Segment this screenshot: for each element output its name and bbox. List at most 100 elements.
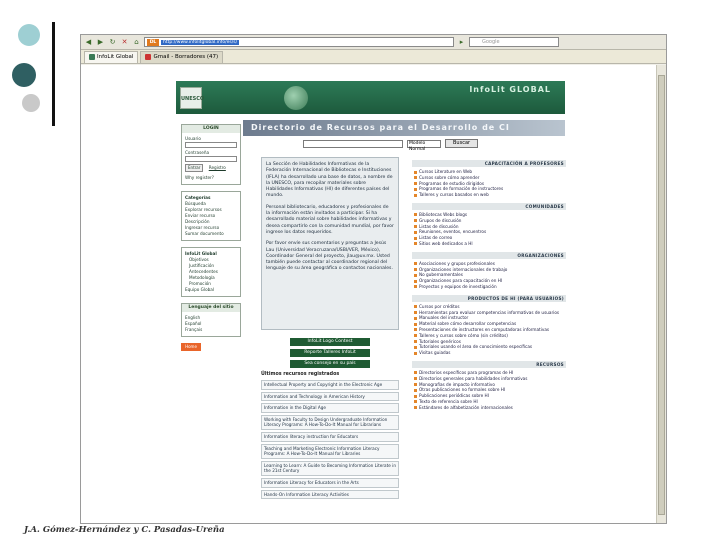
search-button[interactable]: Buscar <box>445 139 479 148</box>
bullet-icon <box>414 345 417 349</box>
forward-icon[interactable]: ▶ <box>96 38 105 47</box>
resource-link[interactable]: Intellectual Property and Copyright in t… <box>261 380 399 390</box>
reload-icon[interactable]: ↻ <box>108 38 117 47</box>
register-link[interactable]: Registro <box>209 165 226 170</box>
category-link[interactable]: Sitios web dedicados a HI <box>414 241 566 247</box>
bullet-icon <box>414 225 417 229</box>
resource-link[interactable]: Information Literacy for Educators in th… <box>261 477 399 488</box>
language-box: Lenguaje del sitio English Español Franç… <box>181 303 241 337</box>
vertical-scrollbar[interactable] <box>656 65 666 523</box>
logo-contest-button[interactable]: InfoLit Logo Contest <box>290 338 370 346</box>
go-icon[interactable]: ▸ <box>457 38 466 47</box>
resource-link[interactable]: Information and Technology in American H… <box>261 391 399 402</box>
section-heading: PRODUCTOS DE HI (PARA USUARIOS) <box>412 294 566 302</box>
bullet-icon <box>414 176 417 180</box>
menu-box: Categorías Búsqueda Explorar recursos En… <box>181 191 241 241</box>
tab-label: Gmail - Borradores (47) <box>153 54 219 60</box>
address-url[interactable]: http://www.infolitglobal.info/es/s/ <box>161 39 240 45</box>
bullet-icon <box>414 377 417 381</box>
slide-credit: J.A. Gómez-Hernández y C. Pasadas-Ureña <box>24 525 225 535</box>
language-option[interactable]: Français <box>185 327 237 333</box>
slide: ◀ ▶ ↻ ✕ ⌂ DL http://www.infolitglobal.in… <box>0 0 720 540</box>
stop-icon[interactable]: ✕ <box>120 38 129 47</box>
bullet-icon <box>414 187 417 191</box>
country-advisor-button[interactable]: Sea consejo en su país <box>290 360 370 368</box>
intro-paragraph: La Sección de Habilidades Informativas d… <box>266 162 393 199</box>
bullet-icon <box>414 236 417 240</box>
password-field[interactable] <box>185 156 237 162</box>
bullet-icon <box>414 383 417 387</box>
resource-link[interactable]: Hands-On Information Literacy Activities <box>261 489 399 500</box>
resource-link[interactable]: Working with Faculty to Design Undergrad… <box>261 414 399 430</box>
recent-resources-title: Últimos recursos registrados <box>261 372 340 377</box>
user-field[interactable] <box>185 142 237 148</box>
resource-link[interactable]: Information literacy instruction for Edu… <box>261 431 399 442</box>
category-link[interactable]: Talleres y cursos basados en web <box>414 192 566 198</box>
back-icon[interactable]: ◀ <box>84 38 93 47</box>
browser-toolbar: ◀ ▶ ↻ ✕ ⌂ DL http://www.infolitglobal.in… <box>81 35 666 50</box>
bullet-icon <box>414 406 417 410</box>
browser-window: ◀ ▶ ↻ ✕ ⌂ DL http://www.infolitglobal.in… <box>80 34 667 524</box>
section-heading: COMUNIDADES <box>412 202 566 210</box>
tab-gmail[interactable]: Gmail - Borradores (47) <box>140 50 224 63</box>
bullet-icon <box>414 322 417 326</box>
address-bar[interactable]: DL http://www.infolitglobal.info/es/s/ <box>144 37 454 47</box>
bullet-icon <box>414 305 417 309</box>
site-brand[interactable]: InfoLit GLOBAL <box>469 85 551 94</box>
action-buttons: InfoLit Logo Contest Reporte Talleres In… <box>261 338 399 368</box>
category-column: CAPACITACIÓN A PROFESORES Cursos Literat… <box>412 157 566 413</box>
infolit-box: InfoLit Global Objetivos Justificación A… <box>181 247 241 297</box>
resource-link[interactable]: Teaching and Marketing Electronic Inform… <box>261 443 399 459</box>
bullet-icon <box>414 311 417 315</box>
bullet-icon <box>414 328 417 332</box>
section-heading: CAPACITACIÓN A PROFESORES <box>412 160 566 167</box>
language-title: Lenguaje del sitio <box>182 304 240 312</box>
bullet-icon <box>414 400 417 404</box>
tab-bar: InfoLit Global Gmail - Borradores (47) <box>81 50 666 64</box>
intro-paragraph: Por favor envíe sus comentarios y pregun… <box>266 241 393 272</box>
search-bar: Modelo Normal Buscar <box>303 139 479 152</box>
infolit-item[interactable]: Equipo Global <box>185 287 237 293</box>
decorative-circle <box>18 24 40 46</box>
tab-infolit[interactable]: InfoLit Global <box>84 50 139 63</box>
category-list: Cursos por créditos Herramientas para ev… <box>412 302 566 358</box>
section-heading: RECURSOS <box>412 360 566 368</box>
login-box: LOGIN Usuario Contraseña Entrar Registro… <box>181 124 241 185</box>
category-link[interactable]: Visitas guiadas <box>414 350 566 356</box>
home-badge[interactable]: Home <box>181 343 201 351</box>
category-link[interactable]: Estándares de alfabetización internacion… <box>414 405 566 411</box>
web-page: UNESCO InfoLit GLOBAL LOGIN Usuario Cont… <box>81 65 658 523</box>
bullet-icon <box>414 213 417 217</box>
resource-link[interactable]: Information in the Digital Age <box>261 403 399 413</box>
bullet-icon <box>414 351 417 355</box>
forgot-link[interactable]: Why register? <box>185 175 237 181</box>
resource-link[interactable]: Learning to Learn: A Guide to Becoming I… <box>261 460 399 476</box>
bullet-icon <box>414 262 417 266</box>
decorative-line <box>52 22 55 126</box>
bullet-icon <box>414 334 417 338</box>
site-header: UNESCO InfoLit GLOBAL <box>176 81 565 114</box>
category-list: Cursos Literature en Web Cursos sobre có… <box>412 167 566 200</box>
page-title: Directorio de Recursos para el Desarroll… <box>243 120 565 136</box>
search-mode-select[interactable]: Modelo Normal <box>407 139 441 152</box>
home-icon[interactable]: ⌂ <box>132 38 141 47</box>
reports-button[interactable]: Reporte Talleres InfoLit <box>290 349 370 357</box>
category-link[interactable]: Proyectos y equipos de investigación <box>414 284 566 290</box>
browser-search-input[interactable]: Google <box>469 37 559 47</box>
intro-paragraph: Personal bibliotecario, educadores y pro… <box>266 204 394 235</box>
bullet-icon <box>414 230 417 234</box>
bullet-icon <box>414 371 417 375</box>
unesco-logo[interactable]: UNESCO <box>180 86 204 109</box>
section-heading: ORGANIZACIONES <box>412 251 566 259</box>
globe-icon <box>284 86 308 110</box>
left-sidebar: LOGIN Usuario Contraseña Entrar Registro… <box>181 124 241 351</box>
bullet-icon <box>414 316 417 320</box>
menu-item[interactable]: Sumar documento <box>185 231 237 237</box>
scrollbar-thumb[interactable] <box>658 75 665 515</box>
bullet-icon <box>414 193 417 197</box>
enter-button[interactable]: Entrar <box>185 164 204 172</box>
bullet-icon <box>414 340 417 344</box>
category-list: Bibliotecas Webs blogs Grupos de discusi… <box>412 210 566 249</box>
gmail-icon <box>145 54 152 60</box>
search-input[interactable] <box>303 139 403 148</box>
